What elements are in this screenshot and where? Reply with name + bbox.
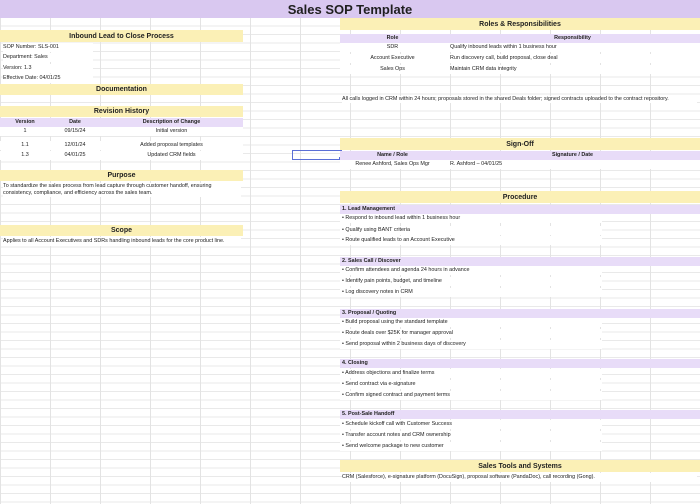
step-item: • Route qualified leads to an Account Ex… [340,236,602,245]
step-item-text: Respond to inbound lead within 1 busines… [345,215,461,221]
step-item: • Respond to inbound lead within 1 busin… [340,214,602,223]
records-text: All calls logged in CRM within 24 hours;… [342,96,697,103]
selected-cell[interactable] [292,150,342,160]
revision-table-header: Version Date Description of Change [0,118,243,127]
step-item: • Confirm signed contract and payment te… [340,391,602,400]
purpose-text: To standardize the sales process from le… [3,183,241,197]
inbound-section-header: Inbound Lead to Close Process [0,30,243,42]
signoff-signature: R. Ashford – 04/01/25 [450,161,503,168]
step-item: • Build proposal using the standard temp… [340,318,602,327]
step-item-text: Route deals over $25K for manager approv… [345,330,453,336]
step-title: 4. Closing [340,359,700,368]
step-item-text: Schedule kickoff call with Customer Succ… [345,421,452,427]
table-row: SDR Qualify inbound leads within 1 busin… [340,43,700,52]
role-name: Account Executive [370,55,415,62]
step-item-text: Send contract via e-signature [345,381,416,387]
roles-header: Roles & Responsibilities [340,18,700,30]
step-item: • Send welcome package to new customer [340,442,602,451]
step-item-text: Address objections and finalize terms [345,370,435,376]
step-item-text: Send proposal within 2 business days of … [345,341,466,347]
step-item: • Qualify using BANT criteria [340,226,602,235]
col-responsibility: Responsibility [554,35,591,42]
signoff-header: Sign-Off [340,138,700,150]
version: Version: 1.3 [3,64,93,73]
table-row: 1.3 04/01/25 Updated CRM fields [0,151,243,160]
step-item: • Route deals over $25K for manager appr… [340,329,602,338]
step-item: • Log discovery notes in CRM [340,288,602,297]
step-title: 3. Proposal / Quoting [340,309,700,318]
role-responsibility: Run discovery call, build proposal, clos… [450,55,558,62]
step-item: • Address objections and finalize terms [340,369,602,378]
step-item-text: Route qualified leads to an Account Exec… [345,237,455,243]
scope-text: Applies to all Account Executives and SD… [3,237,241,246]
rev-description: Initial version [155,128,188,135]
role-name: SDR [386,44,399,51]
role-responsibility: Qualify inbound leads within 1 business … [450,44,557,51]
table-row: 1.1 12/01/24 Added proposal templates [0,141,243,150]
documentation-header: Documentation [0,84,243,95]
col-signature-date: Signature / Date [551,152,594,159]
scope-header: Scope [0,225,243,236]
step-item-text: Log discovery notes in CRM [345,289,413,295]
rev-version: 1.1 [21,142,29,149]
col-date: Date [69,119,81,126]
step-item-text: Send welcome package to new customer [345,443,444,449]
step-item-text: Confirm attendees and agenda 24 hours in… [345,267,470,273]
rev-date: 09/15/24 [64,128,86,135]
col-description: Description of Change [142,119,201,126]
step-title: 2. Sales Call / Discover [340,257,700,266]
step-title: 5. Post-Sale Handoff [340,410,700,419]
step-title: 1. Lead Management [340,205,700,214]
roles-table-header: Role Responsibility [340,34,700,43]
sheet-title: Sales SOP Template [0,0,700,18]
col-version: Version [15,119,35,126]
table-row: 1 09/15/24 Initial version [0,127,243,136]
col-name-role: Name / Role [377,152,408,159]
role-responsibility: Maintain CRM data integrity [450,66,517,73]
revision-history-header: Revision History [0,106,243,117]
step-item-text: Confirm signed contract and payment term… [345,392,450,398]
step-item: • Identify pain points, budget, and time… [340,277,602,286]
col-role: Role [386,35,399,42]
department: Department: Sales [3,53,93,62]
rev-date: 04/01/25 [64,152,86,159]
purpose-header: Purpose [0,170,243,181]
sop-number: SOP Number: SLS-001 [3,43,93,52]
step-item: • Confirm attendees and agenda 24 hours … [340,266,602,275]
step-item-text: Identify pain points, budget, and timeli… [345,278,442,284]
step-item: • Send proposal within 2 business days o… [340,340,602,349]
signoff-table-header: Name / Role Signature / Date [340,151,700,160]
tools-header: Sales Tools and Systems [340,460,700,472]
step-item: • Send contract via e-signature [340,380,602,389]
tools-text: CRM (Salesforce), e-signature platform (… [342,473,697,482]
step-item-text: Build proposal using the standard templa… [345,319,448,325]
rev-version: 1.3 [21,152,29,159]
table-row: Renee Ashford, Sales Ops Mgr R. Ashford … [340,160,700,169]
step-item: • Schedule kickoff call with Customer Su… [340,420,602,429]
signoff-name: Renee Ashford, Sales Ops Mgr [355,161,430,168]
step-item-text: Qualify using BANT criteria [345,227,411,233]
spreadsheet-grid[interactable]: Sales SOP Template Inbound Lead to Close… [0,0,700,504]
procedure-header: Procedure [340,191,700,203]
rev-date: 12/01/24 [64,142,86,149]
table-row: Account Executive Run discovery call, bu… [340,54,700,63]
role-name: Sales Ops [380,66,405,73]
rev-description: Updated CRM fields [147,152,196,159]
rev-version: 1 [23,128,27,135]
table-row: Sales Ops Maintain CRM data integrity [340,65,700,74]
step-item: • Transfer account notes and CRM ownersh… [340,431,602,440]
effective-date: Effective Date: 04/01/25 [3,74,93,83]
step-item-text: Transfer account notes and CRM ownership [345,432,451,438]
rev-description: Added proposal templates [140,142,203,149]
